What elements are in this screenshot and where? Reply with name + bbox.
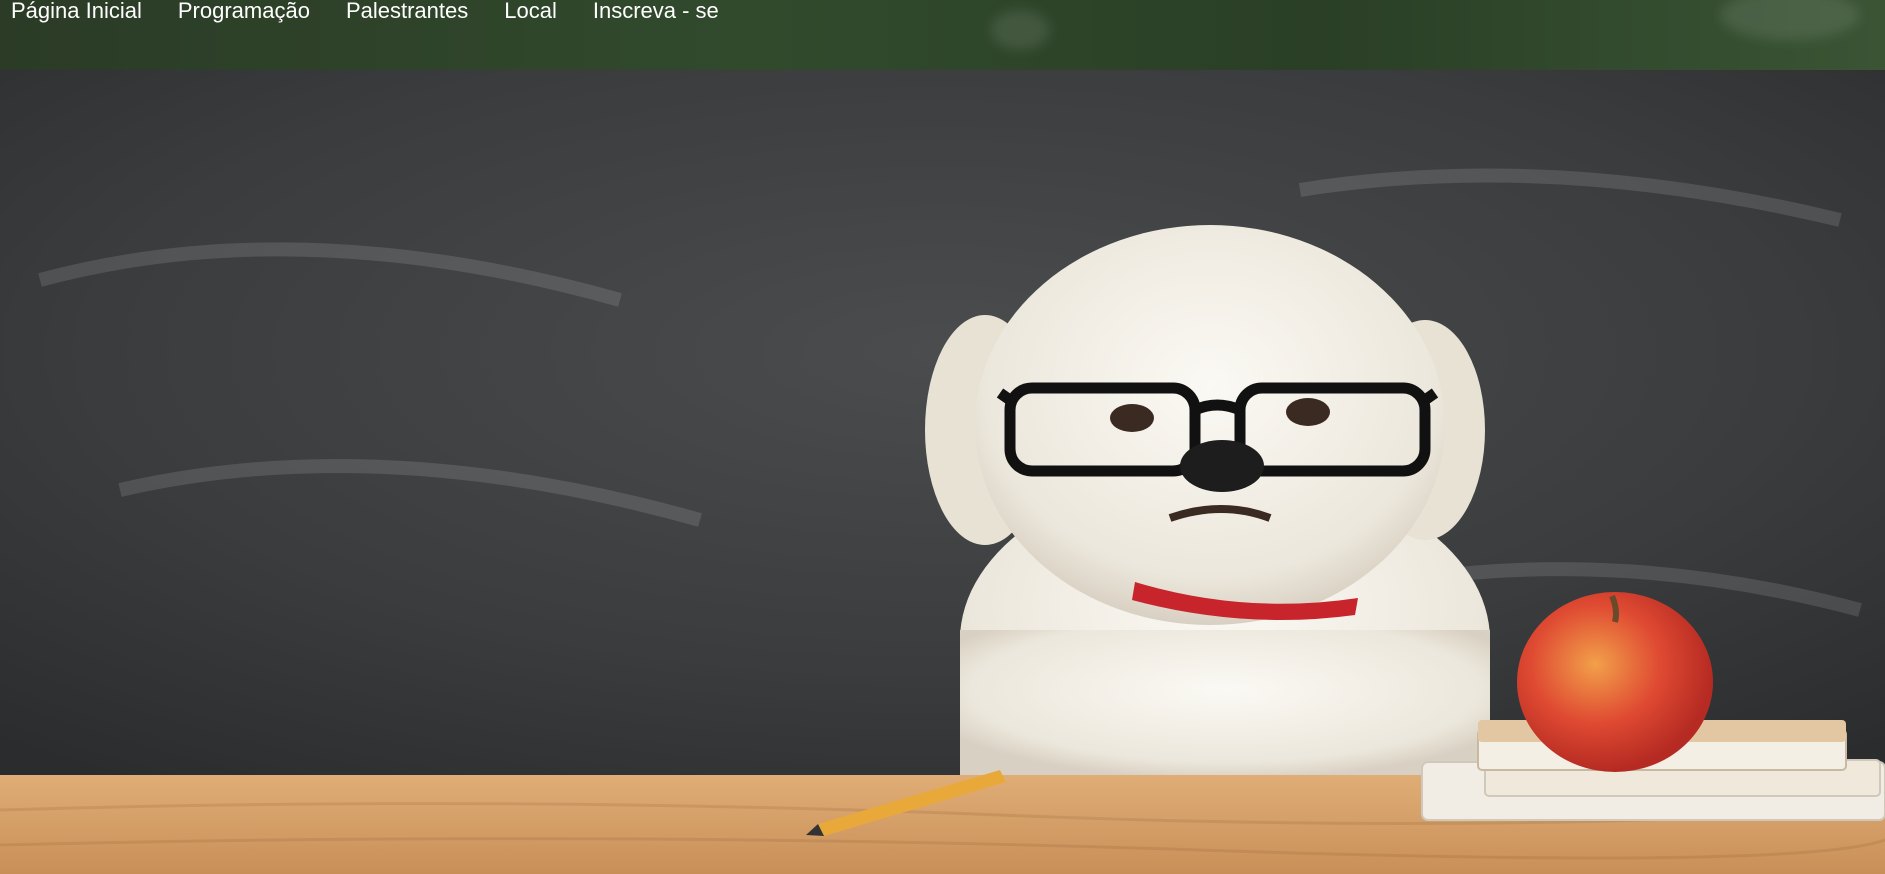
chalk-smudge: [1720, 0, 1860, 40]
nav-item-speakers[interactable]: Palestrantes: [346, 0, 504, 22]
nav-item-location[interactable]: Local: [504, 0, 593, 22]
hero-banner: [0, 70, 1885, 874]
nav-menu: Página Inicial Programação Palestrantes …: [0, 0, 755, 22]
nav-item-signup[interactable]: Inscreva - se: [593, 0, 755, 22]
hero-image: [0, 70, 1885, 874]
nav-item-home[interactable]: Página Inicial: [11, 0, 178, 22]
chalk-smudge: [990, 10, 1050, 50]
nav-item-schedule[interactable]: Programação: [178, 0, 346, 22]
apple: [1517, 592, 1713, 772]
top-navbar: Página Inicial Programação Palestrantes …: [0, 0, 1885, 70]
